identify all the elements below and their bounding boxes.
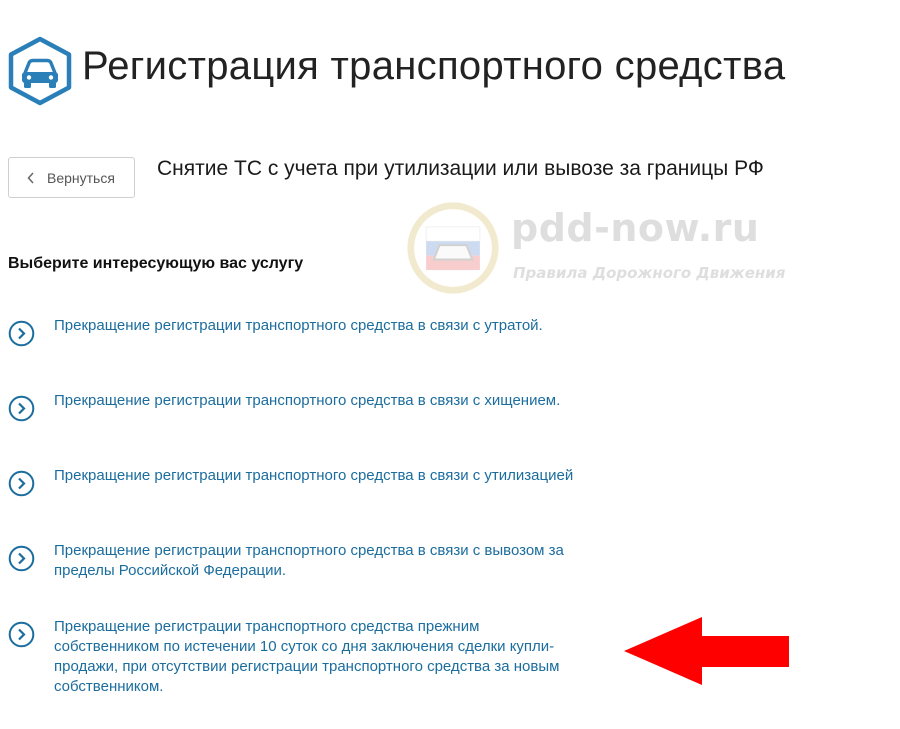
service-link-loss[interactable]: Прекращение регистрации транспортного ср…	[8, 316, 574, 347]
chevron-right-circle-icon	[8, 320, 35, 347]
back-button[interactable]: Вернуться	[8, 157, 135, 198]
traffic-police-emblem-icon	[407, 202, 499, 294]
service-link-label[interactable]: Прекращение регистрации транспортного ср…	[54, 391, 574, 411]
watermark-tagline: Правила Дорожного Движения	[513, 264, 786, 282]
service-link-label[interactable]: Прекращение регистрации транспортного ср…	[54, 466, 574, 486]
service-link-label[interactable]: Прекращение регистрации транспортного ср…	[54, 617, 574, 697]
page-title: Регистрация транспортного средства	[82, 44, 786, 88]
service-link-theft[interactable]: Прекращение регистрации транспортного ср…	[8, 391, 574, 422]
arrow-left-icon	[624, 617, 789, 685]
page-subtitle: Снятие ТС с учета при утилизации или выв…	[157, 157, 764, 180]
service-link-label[interactable]: Прекращение регистрации транспортного ср…	[54, 541, 574, 581]
watermark: pdd-now.ru Правила Дорожного Движения	[405, 200, 785, 300]
car-icon	[8, 36, 72, 106]
chevron-right-circle-icon	[8, 470, 35, 497]
chevron-right-circle-icon	[8, 545, 35, 572]
watermark-domain: pdd-now.ru	[511, 206, 760, 250]
service-link-export[interactable]: Прекращение регистрации транспортного ср…	[8, 541, 574, 581]
chevron-right-circle-icon	[8, 395, 35, 422]
chevron-left-icon	[27, 171, 34, 184]
chevron-right-circle-icon	[8, 621, 35, 648]
service-link-recycling[interactable]: Прекращение регистрации транспортного ср…	[8, 466, 574, 497]
service-link-previous-owner[interactable]: Прекращение регистрации транспортного ср…	[8, 617, 574, 697]
back-button-label: Вернуться	[47, 169, 115, 186]
service-link-label[interactable]: Прекращение регистрации транспортного ср…	[54, 316, 574, 336]
section-heading: Выберите интересующую вас услугу	[8, 255, 304, 272]
